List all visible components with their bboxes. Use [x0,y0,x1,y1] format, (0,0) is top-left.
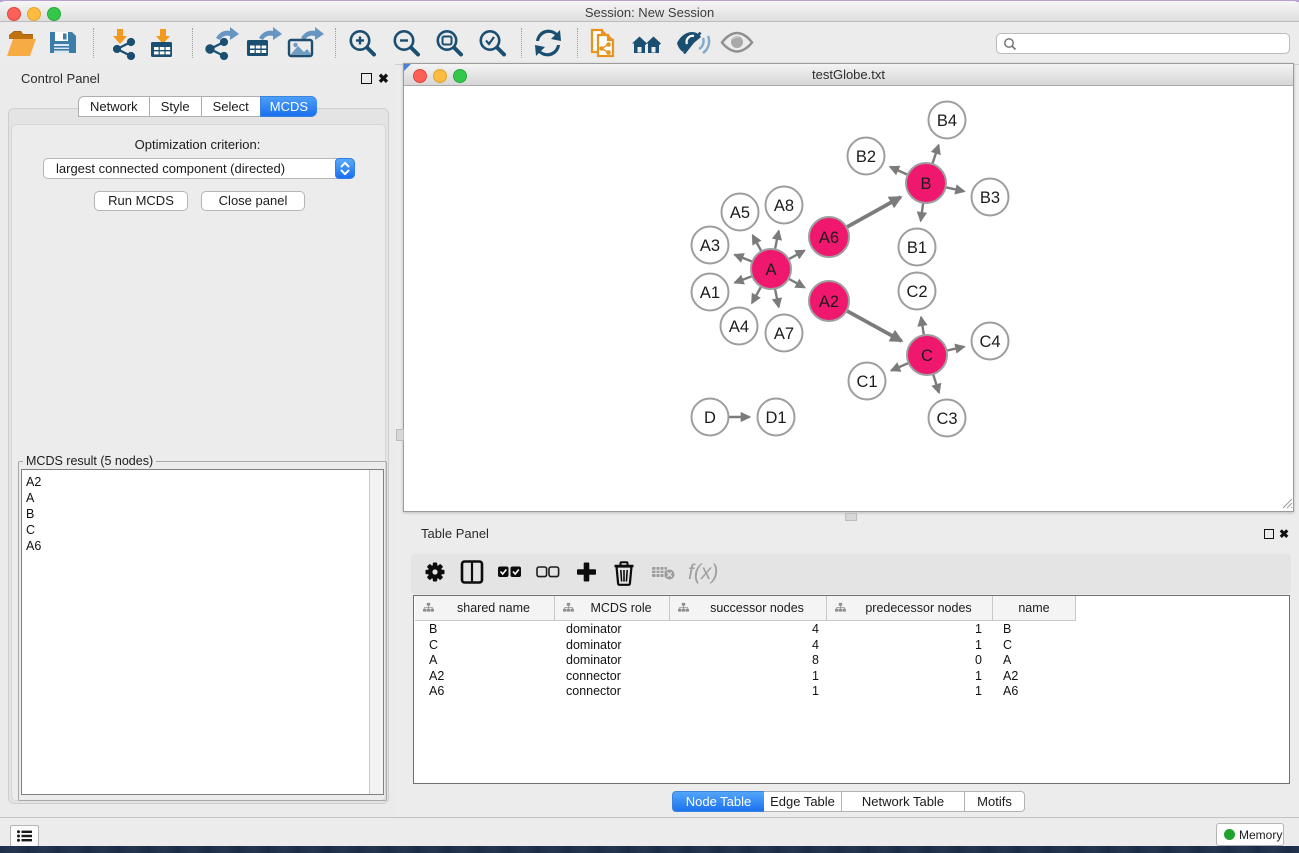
svg-text:C3: C3 [936,410,957,428]
svg-text:C1: C1 [856,373,877,391]
svg-text:A6: A6 [819,229,839,247]
svg-text:D: D [704,409,716,427]
svg-text:C: C [921,347,933,365]
svg-text:D1: D1 [765,409,786,427]
svg-text:A3: A3 [700,237,720,255]
svg-text:C2: C2 [906,283,927,301]
svg-text:B3: B3 [980,189,1000,207]
svg-text:A8: A8 [774,197,794,215]
svg-text:A: A [765,261,776,279]
svg-text:B1: B1 [907,239,927,257]
svg-text:C4: C4 [979,333,1000,351]
svg-text:A1: A1 [700,284,720,302]
svg-text:A4: A4 [729,318,749,336]
svg-text:A2: A2 [819,293,839,311]
svg-text:B4: B4 [937,112,957,130]
svg-text:A5: A5 [730,204,750,222]
svg-text:f(x): f(x) [688,561,718,584]
svg-text:B2: B2 [856,148,876,166]
svg-text:A7: A7 [774,325,794,343]
svg-text:B: B [920,175,931,193]
